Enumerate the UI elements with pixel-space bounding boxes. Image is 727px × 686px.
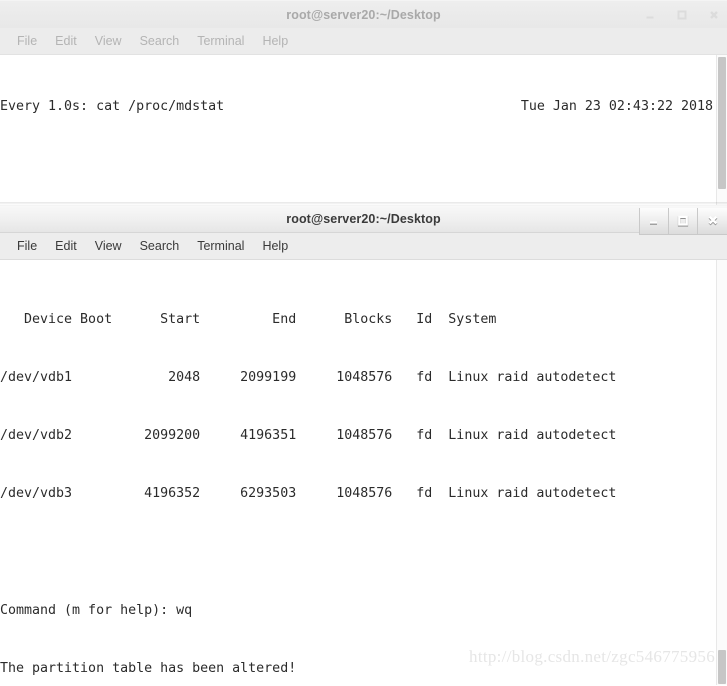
menubar-watch[interactable]: File Edit View Search Terminal Help — [0, 28, 727, 55]
terminal-window-watch[interactable]: root@server20:~/Desktop File Edit View S… — [0, 0, 727, 205]
scrollbar-watch[interactable] — [716, 55, 727, 205]
terminal-line: /dev/vdb3 4196352 6293503 1048576 fd Lin… — [0, 486, 617, 502]
menu-file[interactable]: File — [8, 32, 46, 50]
menu-edit[interactable]: Edit — [46, 32, 86, 50]
titlebar-watch[interactable]: root@server20:~/Desktop — [0, 0, 727, 28]
menu-help[interactable]: Help — [253, 237, 297, 255]
watch-timestamp: Tue Jan 23 02:43:22 2018 — [520, 98, 713, 114]
close-icon[interactable] — [707, 8, 721, 22]
menu-terminal[interactable]: Terminal — [188, 32, 253, 50]
menubar-mdadm[interactable]: File Edit View Search Terminal Help — [0, 233, 727, 260]
menu-terminal[interactable]: Terminal — [188, 237, 253, 255]
menu-edit[interactable]: Edit — [46, 237, 86, 255]
scrollbar-thumb[interactable] — [718, 57, 726, 189]
terminal-body-mdadm[interactable]: Device Boot Start End Blocks Id System /… — [0, 260, 727, 685]
terminal-line: Command (m for help): wq — [0, 602, 193, 618]
maximize-icon[interactable] — [675, 8, 689, 22]
minimize-icon[interactable] — [643, 8, 657, 22]
window-controls[interactable] — [643, 1, 721, 28]
watch-command: Every 1.0s: cat /proc/mdstat — [0, 98, 225, 114]
menu-view[interactable]: View — [86, 32, 131, 50]
menu-help[interactable]: Help — [253, 32, 297, 50]
menu-search[interactable]: Search — [131, 237, 189, 255]
terminal-line: Device Boot Start End Blocks Id System — [0, 311, 497, 327]
watch-header-line: Every 1.0s: cat /proc/mdstat Tue Jan 23 … — [0, 97, 713, 116]
titlebar-mdadm[interactable]: root@server20:~/Desktop — [0, 205, 727, 235]
terminal-line: /dev/vdb1 2048 2099199 1048576 fd Linux … — [0, 370, 617, 386]
scrollbar-trough[interactable] — [717, 260, 727, 685]
terminal-body-watch[interactable]: Every 1.0s: cat /proc/mdstat Tue Jan 23 … — [0, 55, 727, 205]
scrollbar-thumb[interactable] — [718, 650, 726, 684]
window-title: root@server20:~/Desktop — [286, 7, 441, 22]
menu-view[interactable]: View — [86, 237, 131, 255]
terminal-window-mdadm[interactable]: root@server20:~/Desktop File Edit View S… — [0, 205, 727, 686]
menu-file[interactable]: File — [8, 237, 46, 255]
minimize-icon[interactable] — [640, 208, 669, 234]
window-title: root@server20:~/Desktop — [286, 212, 441, 226]
window-controls[interactable] — [639, 208, 727, 235]
menu-search[interactable]: Search — [131, 32, 189, 50]
terminal-line: The partition table has been altered! — [0, 661, 297, 677]
terminal-line: /dev/vdb2 2099200 4196351 1048576 fd Lin… — [0, 428, 617, 444]
close-icon[interactable] — [698, 208, 727, 234]
scrollbar-mdadm[interactable] — [716, 260, 727, 685]
maximize-icon[interactable] — [669, 208, 698, 234]
